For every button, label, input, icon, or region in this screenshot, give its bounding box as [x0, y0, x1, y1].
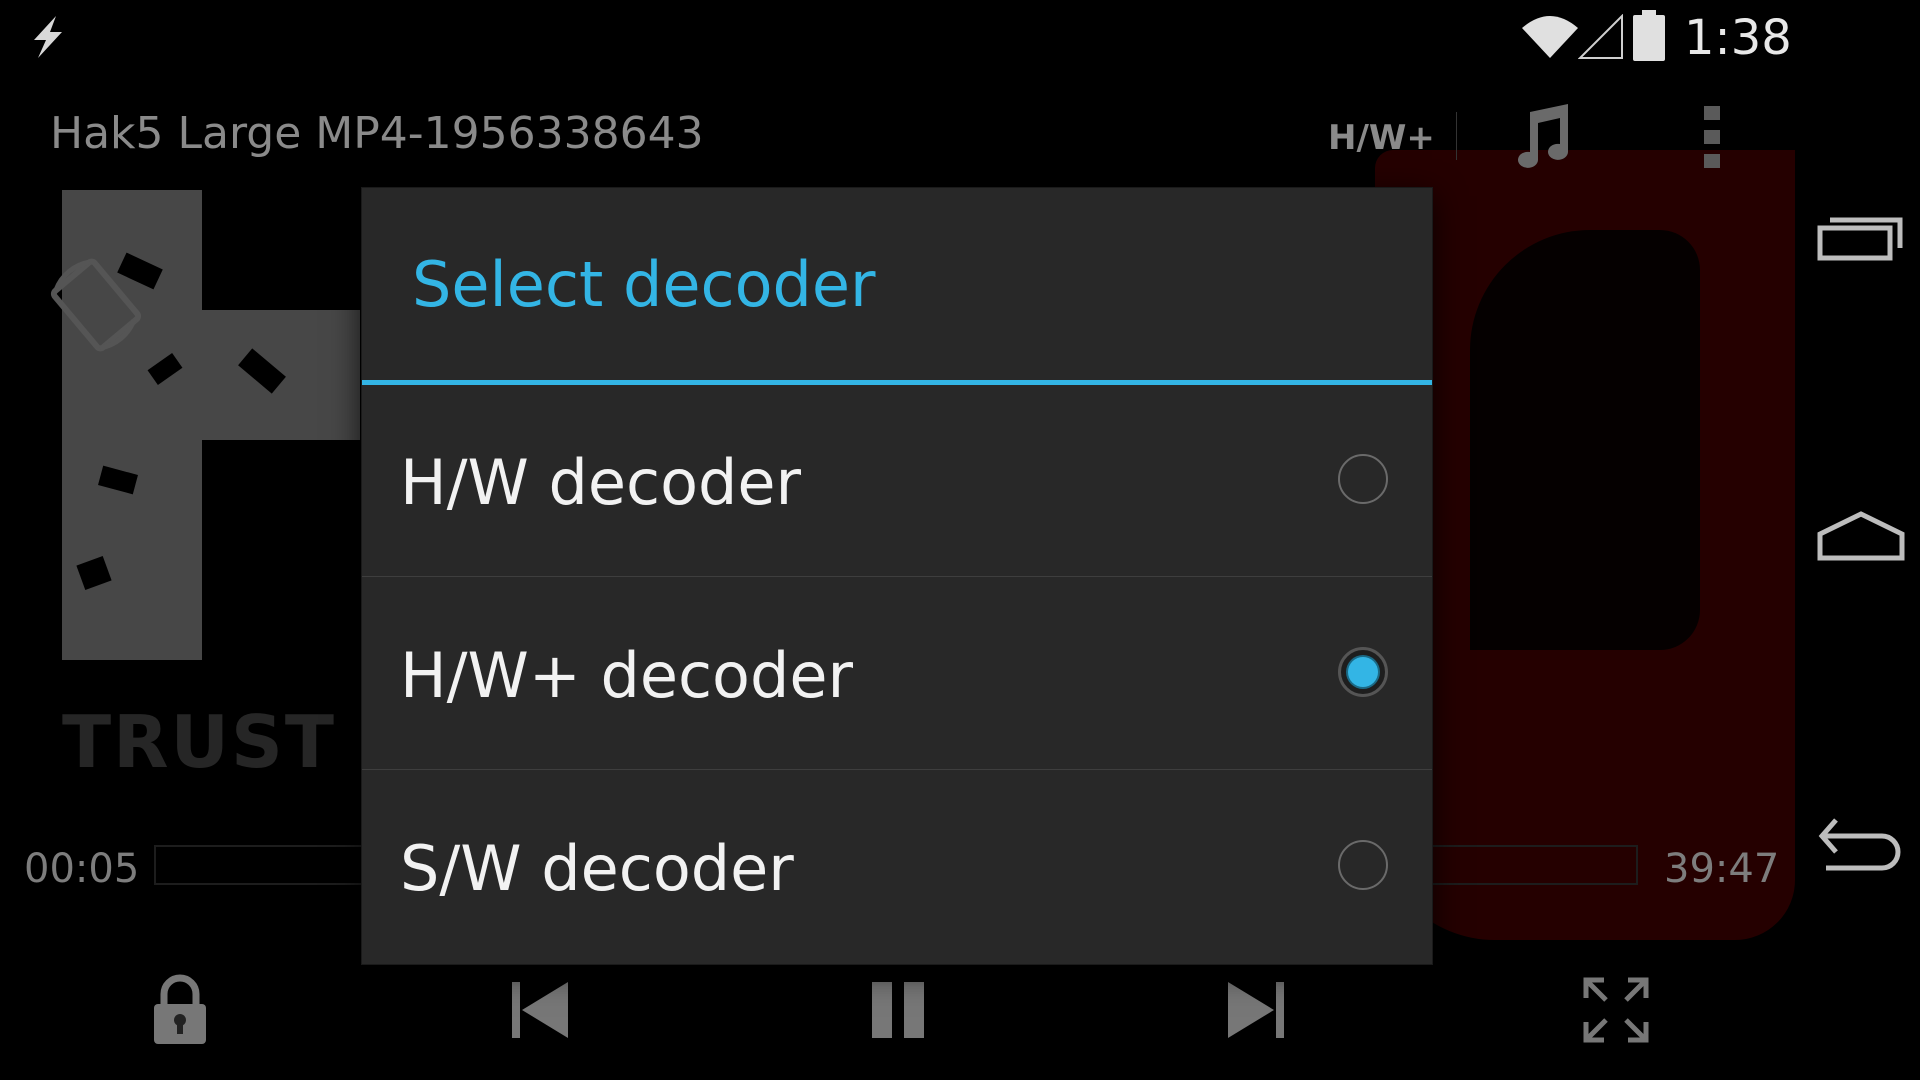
home-icon[interactable] — [1816, 500, 1906, 580]
overflow-menu-icon[interactable] — [1700, 104, 1724, 170]
option-label: H/W decoder — [400, 446, 802, 519]
signal-icon — [1578, 14, 1623, 59]
screen-rotate-icon[interactable] — [40, 250, 150, 360]
status-clock: 1:38 — [1684, 10, 1792, 66]
recents-icon[interactable] — [1816, 200, 1906, 280]
previous-icon[interactable] — [500, 970, 580, 1050]
radio-button[interactable] — [1338, 454, 1388, 504]
player-title-bar: Hak5 Large MP4-1956338643 H/W+ — [0, 100, 1796, 180]
pause-icon[interactable] — [858, 970, 938, 1050]
dialog-title: Select decoder — [412, 248, 876, 321]
navigation-bar — [1796, 0, 1920, 1080]
option-label: H/W+ decoder — [400, 639, 853, 712]
wifi-icon — [1522, 16, 1578, 58]
next-icon[interactable] — [1216, 970, 1296, 1050]
status-bar: 1:38 — [0, 0, 1796, 76]
lock-icon[interactable] — [140, 970, 220, 1050]
decoder-option-sw[interactable]: S/W decoder — [362, 770, 1432, 963]
audio-track-icon[interactable] — [1508, 102, 1578, 172]
option-label: S/W decoder — [400, 832, 794, 905]
battery-icon — [1633, 10, 1665, 61]
radio-button[interactable] — [1338, 840, 1388, 890]
title-divider — [1456, 112, 1457, 160]
radio-button-selected[interactable] — [1338, 647, 1388, 697]
decoder-option-hw-plus[interactable]: H/W+ decoder — [362, 577, 1432, 770]
flash-icon — [34, 16, 62, 58]
decoder-option-hw[interactable]: H/W decoder — [362, 384, 1432, 577]
decoder-indicator-button[interactable]: H/W+ — [1328, 118, 1435, 158]
video-title: Hak5 Large MP4-1956338643 — [50, 108, 704, 159]
time-elapsed: 00:05 — [24, 846, 140, 892]
fullscreen-icon[interactable] — [1576, 970, 1656, 1050]
back-icon[interactable] — [1816, 800, 1906, 880]
time-total: 39:47 — [1664, 846, 1780, 892]
select-decoder-dialog: Select decoder H/W decoder H/W+ decoder … — [362, 188, 1432, 964]
